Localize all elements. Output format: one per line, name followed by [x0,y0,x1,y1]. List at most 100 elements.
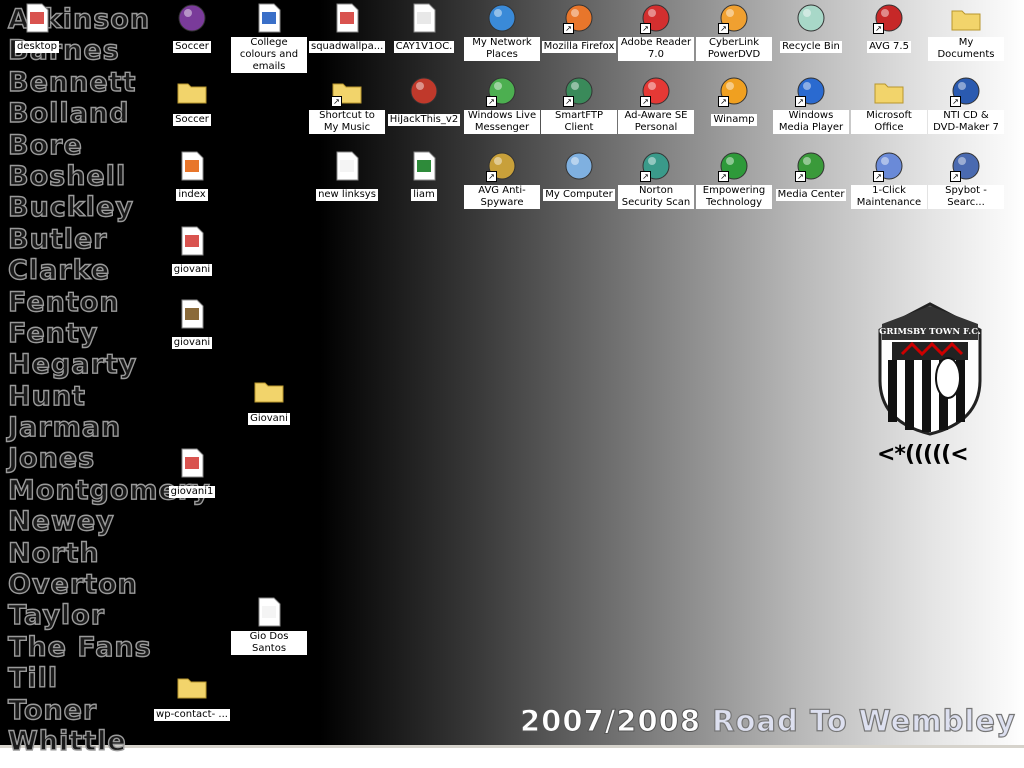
desktop-icon[interactable]: ↗ CyberLink PowerDVD [696,2,772,61]
desktop-icon[interactable]: Gio Dos Santos [231,596,307,655]
shortcut-arrow-icon: ↗ [950,96,961,107]
wallpaper-slogan: 2007/2008 Road To Wembley [519,703,1016,739]
desktop-icon-label: AVG Anti-Spyware [464,185,540,209]
desktop-icon[interactable]: squadwallpa... [309,2,386,53]
powerpoint-file-icon [176,447,208,479]
desktop-icon-label: wp-contact- ... [154,709,230,721]
powerpoint-file-icon [21,2,53,34]
desktop-icon[interactable]: index [154,150,230,201]
player-name: Jarman [7,411,122,444]
excel-file-icon [408,150,440,182]
slogan-text: Road To Wembley [712,703,1016,738]
desktop-icon[interactable]: HiJackThis_v2 [386,75,462,126]
desktop-icon[interactable]: Soccer [154,2,230,53]
avg-antispyware-icon: ↗ [486,150,518,182]
shortcut-arrow-icon: ↗ [795,171,806,182]
my-documents-icon [950,2,982,34]
desktop-icon-label: Gio Dos Santos [231,631,307,655]
desktop-icon[interactable]: Microsoft Office [851,75,927,134]
desktop-icon[interactable]: ↗ Windows Media Player [773,75,849,134]
desktop-icon-label: desktop [15,41,59,53]
winrar-file-icon [176,298,208,330]
desktop-icon[interactable]: new linksys [309,150,385,201]
player-name: Newey [7,506,115,538]
desktop-icon[interactable]: giovani [154,225,230,276]
desktop-icon[interactable]: ↗ Mozilla Firefox [541,2,617,53]
shortcut-arrow-icon: ↗ [718,23,729,34]
desktop-icon[interactable]: ↗ SmartFTP Client [541,75,617,134]
desktop-icon[interactable]: My Computer [541,150,617,201]
desktop-icon[interactable]: ↗ Winamp [696,75,772,126]
desktop-icon[interactable]: liam [386,150,462,201]
firefox-icon: ↗ [563,2,595,34]
grimsby-town-crest-logo: GRIMSBY TOWN F.C. [878,302,982,436]
adaware-icon: ↗ [640,75,672,107]
fish-emblem: <*(((((< [877,442,969,467]
shortcut-arrow-icon: ↗ [486,171,497,182]
desktop-icon-label: NTI CD & DVD-Maker 7 [928,110,1004,134]
shortcut-arrow-icon: ↗ [640,23,651,34]
desktop-icon[interactable]: ↗ Empowering Technology [696,150,772,209]
desktop-icon-label: giovani [171,264,213,276]
desktop-icon[interactable]: giovani [154,298,230,349]
avg-icon: ↗ [873,2,905,34]
desktop-icon-label: Spybot - Searc... [928,185,1004,209]
empowering-technology-icon: ↗ [718,150,750,182]
desktop-icon[interactable]: wp-contact- ... [154,670,230,721]
desktop-icon[interactable]: Recycle Bin [773,2,849,53]
desktop-icon-label: Windows Live Messenger [464,110,540,134]
player-name: North [7,537,100,569]
desktop-icon[interactable]: ↗ Norton Security Scan [618,150,694,209]
folder-icon [253,374,285,406]
desktop-icon-label: My Network Places [464,37,540,61]
winrar-archive-icon [176,2,208,34]
desktop-icon[interactable]: CAY1V1OC. [386,2,462,53]
desktop-icon-label: Soccer [173,114,211,126]
player-name: Taylor [7,600,106,632]
player-name: Overton [7,568,138,601]
shortcut-arrow-icon: ↗ [563,96,574,107]
desktop-icon[interactable]: ↗ Ad-Aware SE Personal [618,75,694,134]
desktop-icon[interactable]: ↗ Windows Live Messenger [464,75,540,134]
word-document-icon [253,2,285,34]
desktop-icon[interactable]: College colours and emails [231,2,307,73]
desktop-icon[interactable]: ↗ Shortcut to My Music [309,75,385,134]
spybot-icon: ↗ [950,150,982,182]
desktop-icon-label: Empowering Technology [696,185,772,209]
desktop-icon-label: Giovani [248,413,290,425]
desktop-icon-label: Windows Media Player [773,110,849,134]
desktop-icon[interactable]: ↗ Media Center [773,150,849,201]
desktop-icon-label: CAY1V1OC. [393,41,455,53]
firefox-html-file-icon [176,150,208,182]
player-name: Hegarty [7,349,138,381]
player-name: Hunt [7,380,86,412]
powerdvd-icon: ↗ [718,2,750,34]
desktop-icon[interactable]: desktop [0,2,75,53]
desktop-icon-label: liam [411,189,437,201]
desktop-icon[interactable]: Giovani [231,374,307,425]
winamp-icon: ↗ [718,75,750,107]
desktop-icon[interactable]: giovani1 [154,447,230,498]
desktop-icon[interactable]: ↗ AVG Anti-Spyware [464,150,540,209]
desktop-icon[interactable]: ↗ 1-Click Maintenance [851,150,927,209]
image-file-icon [408,2,440,34]
desktop-icon[interactable]: My Documents [928,2,1004,61]
adobe-reader-icon: ↗ [640,2,672,34]
desktop-icon-label: Norton Security Scan [618,185,694,209]
player-name: Whittle [7,725,127,757]
desktop-icon[interactable]: Soccer [154,75,230,126]
desktop-icon[interactable]: My Network Places [464,2,540,61]
desktop-icon[interactable]: ↗ Adobe Reader 7.0 [618,2,694,61]
desktop-icon-label: College colours and emails [231,37,307,73]
slogan-years: 2007/2008 [519,704,702,739]
desktop-icon-label: Soccer [173,41,211,53]
desktop-icon[interactable]: ↗ NTI CD & DVD-Maker 7 [928,75,1004,134]
shortcut-arrow-icon: ↗ [640,171,651,182]
desktop-icon[interactable]: ↗ AVG 7.5 [851,2,927,53]
shortcut-arrow-icon: ↗ [950,171,961,182]
desktop-icon[interactable]: ↗ Spybot - Searc... [928,150,1004,209]
shortcut-arrow-icon: ↗ [640,96,651,107]
desktop-icon-label: My Documents [928,37,1004,61]
desktop-icon-label: new linksys [316,189,378,201]
desktop-icon-label: Ad-Aware SE Personal [618,110,694,134]
